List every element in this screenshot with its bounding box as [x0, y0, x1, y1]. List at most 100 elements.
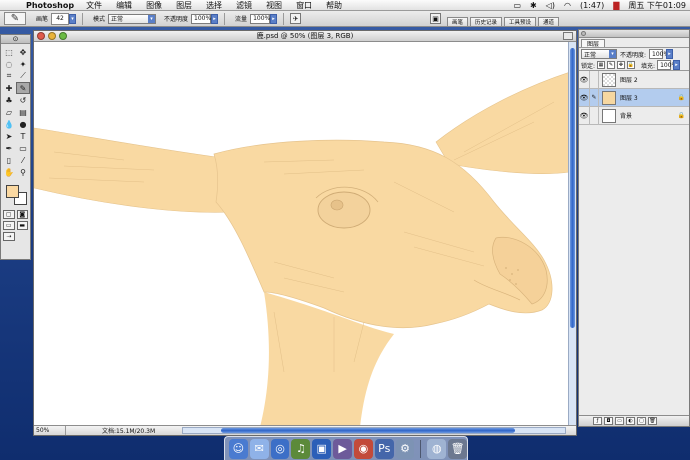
- mail-icon[interactable]: ✉: [249, 438, 269, 459]
- dvd-icon[interactable]: ◉: [353, 438, 373, 459]
- dodge-tool-icon[interactable]: ●: [16, 118, 30, 130]
- full-screen-menu-icon[interactable]: ▬: [16, 221, 28, 230]
- marquee-tool-icon[interactable]: ⬚: [2, 46, 16, 58]
- menu-image[interactable]: 图像: [146, 0, 162, 11]
- tab-layers[interactable]: 图层: [581, 39, 606, 48]
- type-tool-icon[interactable]: T: [16, 130, 30, 142]
- path-selection-tool-icon[interactable]: ➤: [2, 130, 16, 142]
- add-mask-icon[interactable]: ◘: [604, 417, 613, 425]
- toolbar-toggle-button[interactable]: [563, 32, 573, 40]
- paintbrush-active-icon[interactable]: ✎: [590, 88, 599, 107]
- layer-link-slot[interactable]: [590, 106, 599, 125]
- palette-tab-brushes[interactable]: 画笔: [447, 17, 469, 26]
- opacity-field[interactable]: 100%: [191, 13, 211, 24]
- crop-tool-icon[interactable]: ⌗: [2, 70, 16, 82]
- palette-tab-channels[interactable]: 通道: [538, 17, 560, 26]
- zoom-tool-icon[interactable]: ⚲: [16, 166, 30, 178]
- notes-tool-icon[interactable]: ▯: [2, 154, 16, 166]
- wifi-icon[interactable]: ◠: [564, 1, 571, 10]
- photo-icon[interactable]: ▣: [312, 438, 332, 459]
- zoom-window-button[interactable]: [59, 32, 67, 40]
- documents-folder-icon[interactable]: ◍: [427, 438, 447, 459]
- tool-preset-picker[interactable]: ✎: [4, 12, 26, 25]
- quick-mask-mode-icon[interactable]: ◙: [16, 210, 28, 219]
- menu-help[interactable]: 帮助: [326, 0, 342, 11]
- photoshop-icon[interactable]: Ps: [374, 438, 394, 459]
- bluetooth-icon[interactable]: ✱: [530, 1, 537, 10]
- file-browser-button[interactable]: ▣: [430, 13, 441, 24]
- palette-tab-tool-presets[interactable]: 工具预设: [504, 17, 537, 26]
- brush-tool-icon[interactable]: ✎: [16, 82, 30, 94]
- itunes-icon[interactable]: ♫: [291, 438, 311, 459]
- horizontal-scroll-thumb[interactable]: [221, 428, 515, 433]
- image-canvas[interactable]: [34, 42, 570, 427]
- trash-icon[interactable]: 🗑: [648, 417, 657, 425]
- blend-mode-select[interactable]: 正常 ▾: [581, 49, 617, 59]
- lock-all-icon[interactable]: 🔒: [627, 61, 636, 69]
- lock-position-icon[interactable]: ✥: [617, 61, 626, 69]
- menu-layer[interactable]: 图层: [176, 0, 192, 11]
- menu-filter[interactable]: 滤镜: [236, 0, 252, 11]
- horizontal-scrollbar[interactable]: [182, 427, 566, 434]
- history-brush-tool-icon[interactable]: ↺: [16, 94, 30, 106]
- document-title-bar[interactable]: 鹿.psd @ 50% (图层 3, RGB): [34, 31, 576, 42]
- move-tool-icon[interactable]: ✥: [16, 46, 30, 58]
- new-layer-icon[interactable]: ▢: [637, 417, 646, 425]
- layer-row-2[interactable]: 👁 图层 2: [579, 70, 689, 89]
- flow-slider-arrow[interactable]: ▸: [270, 13, 278, 24]
- menu-edit[interactable]: 编辑: [116, 0, 132, 11]
- gradient-tool-icon[interactable]: ▤: [16, 106, 30, 118]
- flag-icon[interactable]: ▇: [613, 1, 619, 10]
- menu-file[interactable]: 文件: [86, 0, 102, 11]
- minimize-window-button[interactable]: [48, 32, 56, 40]
- display-icon[interactable]: ▭: [513, 1, 521, 10]
- preferences-icon[interactable]: ⚙: [395, 438, 415, 459]
- blur-tool-icon[interactable]: 💧: [2, 118, 16, 130]
- layer-style-icon[interactable]: ƒ: [593, 417, 602, 425]
- brush-picker[interactable]: 42: [51, 12, 70, 25]
- lasso-tool-icon[interactable]: ◌: [2, 58, 16, 70]
- adjustment-layer-icon[interactable]: ◐: [626, 417, 635, 425]
- pen-tool-icon[interactable]: ✒: [2, 142, 16, 154]
- zoom-level-field[interactable]: 50%: [34, 426, 66, 435]
- opacity-slider-arrow[interactable]: ▸: [211, 13, 219, 24]
- layers-palette-header[interactable]: [579, 30, 689, 38]
- layer-row-3[interactable]: 👁 ✎ 图层 3 🔒: [579, 88, 689, 107]
- standard-mode-icon[interactable]: ▢: [3, 210, 15, 219]
- healing-brush-tool-icon[interactable]: ✚: [2, 82, 16, 94]
- layer-row-background[interactable]: 👁 背景 🔒: [579, 106, 689, 125]
- menu-window[interactable]: 窗口: [296, 0, 312, 11]
- layer-link-slot[interactable]: [590, 70, 599, 89]
- foreground-color-swatch[interactable]: [6, 185, 19, 198]
- visibility-eye-icon[interactable]: 👁: [579, 106, 590, 125]
- airbrush-toggle[interactable]: ✈: [290, 13, 302, 24]
- fill-field[interactable]: 100%: [657, 60, 677, 70]
- lock-transparency-icon[interactable]: ▦: [597, 61, 606, 69]
- magic-wand-tool-icon[interactable]: ✦: [16, 58, 30, 70]
- finder-icon[interactable]: ☺: [229, 438, 248, 459]
- jump-to-imageready-icon[interactable]: ⇢: [3, 232, 15, 241]
- menu-clock[interactable]: 周五 下午01:09: [628, 0, 686, 11]
- browser-icon[interactable]: ◎: [270, 438, 290, 459]
- brush-dropdown-arrow[interactable]: ▾: [69, 13, 77, 24]
- close-palette-button[interactable]: [581, 31, 586, 36]
- close-window-button[interactable]: [37, 32, 45, 40]
- visibility-eye-icon[interactable]: 👁: [579, 70, 590, 89]
- shape-tool-icon[interactable]: ▭: [16, 142, 30, 154]
- layer-opacity-field[interactable]: 100%: [649, 49, 669, 59]
- trash-can-icon[interactable]: 🗑: [448, 438, 468, 459]
- mode-select[interactable]: 正常 ▾: [108, 13, 157, 24]
- toolbox-header[interactable]: ⊙: [1, 35, 30, 44]
- menu-view[interactable]: 视图: [266, 0, 282, 11]
- lock-image-icon[interactable]: ✎: [607, 61, 616, 69]
- eraser-tool-icon[interactable]: ▱: [2, 106, 16, 118]
- new-set-icon[interactable]: ▭: [615, 417, 624, 425]
- menu-app-name[interactable]: Photoshop: [26, 1, 74, 10]
- visibility-eye-icon[interactable]: 👁: [579, 88, 590, 107]
- menu-select[interactable]: 选择: [206, 0, 222, 11]
- fill-arrow[interactable]: ▸: [673, 60, 681, 70]
- eyedropper-tool-icon[interactable]: ⁄: [16, 154, 30, 166]
- standard-screen-icon[interactable]: ▭: [3, 221, 15, 230]
- hand-tool-icon[interactable]: ✋: [2, 166, 16, 178]
- movie-icon[interactable]: ▶: [333, 438, 352, 459]
